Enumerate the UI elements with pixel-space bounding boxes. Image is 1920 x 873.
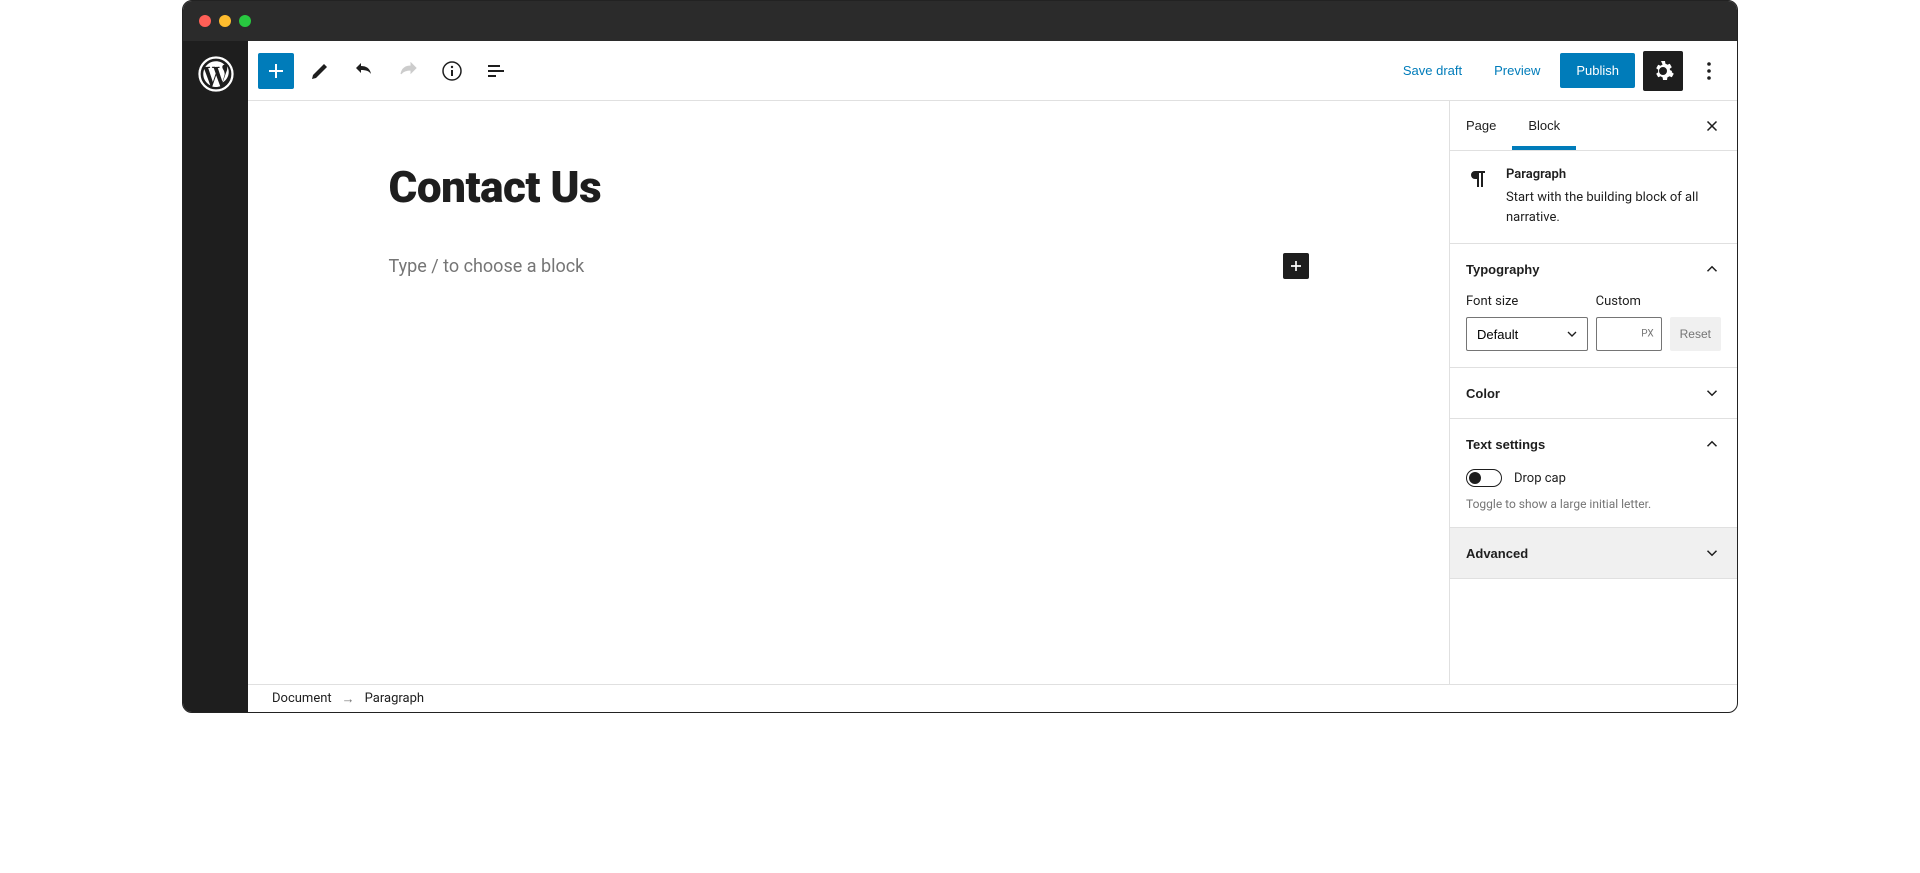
window-minimize-icon[interactable] (219, 15, 231, 27)
drop-cap-help: Toggle to show a large initial letter. (1466, 497, 1721, 511)
block-type-description: Start with the building block of all nar… (1506, 188, 1721, 227)
paragraph-icon (1466, 167, 1490, 191)
reset-font-size-button[interactable]: Reset (1670, 317, 1721, 351)
window-titlebar (183, 1, 1737, 41)
tab-block[interactable]: Block (1512, 101, 1576, 150)
text-settings-panel-toggle[interactable]: Text settings (1450, 419, 1737, 469)
undo-button[interactable] (346, 53, 382, 89)
publish-button[interactable]: Publish (1560, 53, 1635, 88)
settings-button[interactable] (1643, 51, 1683, 91)
advanced-panel-toggle[interactable]: Advanced (1450, 528, 1737, 578)
editor-toolbar: Save draft Preview Publish (248, 41, 1737, 101)
preview-button[interactable]: Preview (1482, 55, 1552, 86)
breadcrumb-root[interactable]: Document (272, 691, 332, 706)
add-block-button[interactable] (258, 53, 294, 89)
font-size-select[interactable]: Default (1466, 317, 1588, 351)
block-info-panel: Paragraph Start with the building block … (1450, 151, 1737, 244)
font-size-label: Font size (1466, 294, 1588, 309)
color-panel-toggle[interactable]: Color (1450, 368, 1737, 418)
settings-sidebar: Page Block Paragraph Start with the buil… (1449, 101, 1737, 684)
drop-cap-toggle[interactable] (1466, 469, 1502, 487)
window-close-icon[interactable] (199, 15, 211, 27)
editor-canvas[interactable]: Contact Us Type / to choose a block (248, 101, 1449, 684)
save-draft-button[interactable]: Save draft (1391, 55, 1474, 86)
breadcrumb-separator-icon: → (342, 691, 355, 707)
color-panel: Color (1450, 368, 1737, 419)
block-placeholder[interactable]: Type / to choose a block (389, 256, 585, 277)
close-sidebar-button[interactable] (1687, 101, 1737, 150)
chevron-up-icon (1703, 260, 1721, 278)
breadcrumb-current[interactable]: Paragraph (365, 691, 424, 706)
outline-button[interactable] (478, 53, 514, 89)
drop-cap-label: Drop cap (1514, 471, 1566, 486)
close-icon (1703, 117, 1721, 135)
chevron-up-icon (1703, 435, 1721, 453)
tab-page[interactable]: Page (1450, 101, 1512, 150)
advanced-panel: Advanced (1450, 528, 1737, 579)
text-settings-panel: Text settings Drop cap Toggle to show a … (1450, 419, 1737, 528)
chevron-down-icon (1703, 544, 1721, 562)
inline-add-block-button[interactable] (1283, 253, 1309, 279)
custom-size-label: Custom (1596, 294, 1662, 309)
custom-font-size-input[interactable] (1596, 317, 1662, 351)
details-button[interactable] (434, 53, 470, 89)
admin-sidebar (183, 41, 248, 712)
block-type-title: Paragraph (1506, 167, 1721, 182)
redo-button[interactable] (390, 53, 426, 89)
page-title[interactable]: Contact Us (389, 161, 1309, 213)
chevron-down-icon (1703, 384, 1721, 402)
typography-panel-toggle[interactable]: Typography (1450, 244, 1737, 294)
window-zoom-icon[interactable] (239, 15, 251, 27)
typography-panel: Typography Font size Default (1450, 244, 1737, 368)
more-options-button[interactable] (1691, 53, 1727, 89)
breadcrumb: Document → Paragraph (248, 684, 1737, 712)
wordpress-logo-icon[interactable] (198, 56, 234, 96)
edit-tool-button[interactable] (302, 53, 338, 89)
